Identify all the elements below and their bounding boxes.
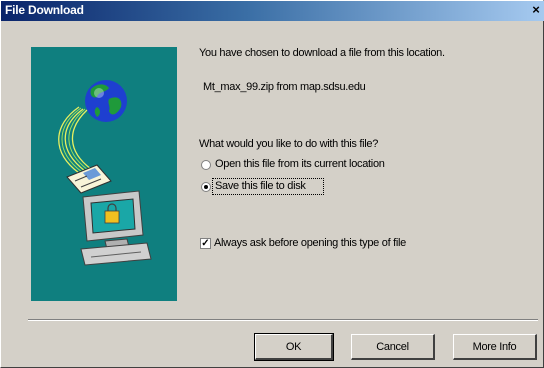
save-option-label[interactable]: Save this file to disk (215, 180, 306, 192)
window-title: File Download (5, 3, 84, 17)
file-download-dialog: File Download × You have chosen to downl… (0, 0, 544, 368)
intro-text: You have chosen to download a file from … (199, 47, 445, 59)
always-ask-checkbox[interactable]: ✓ (200, 238, 211, 249)
open-radio[interactable] (201, 160, 211, 170)
question-text: What would you like to do with this file… (199, 138, 379, 150)
illustration-svg (58, 80, 152, 266)
cancel-button[interactable]: Cancel (351, 334, 435, 360)
close-icon[interactable]: × (529, 3, 543, 17)
download-illustration (31, 47, 177, 301)
more-info-button[interactable]: More Info (453, 334, 537, 360)
title-bar[interactable]: File Download × (1, 1, 544, 21)
globe-icon (85, 80, 127, 122)
button-separator (28, 319, 538, 321)
open-option-label[interactable]: Open this file from its current location (215, 158, 385, 170)
save-radio[interactable] (201, 182, 211, 192)
download-source-text: Mt_max_99.zip from map.sdsu.edu (203, 81, 366, 93)
always-ask-label[interactable]: Always ask before opening this type of f… (214, 237, 406, 249)
connection-wires-icon (58, 106, 92, 174)
ok-button[interactable]: OK (254, 333, 334, 361)
computer-icon (80, 190, 152, 266)
